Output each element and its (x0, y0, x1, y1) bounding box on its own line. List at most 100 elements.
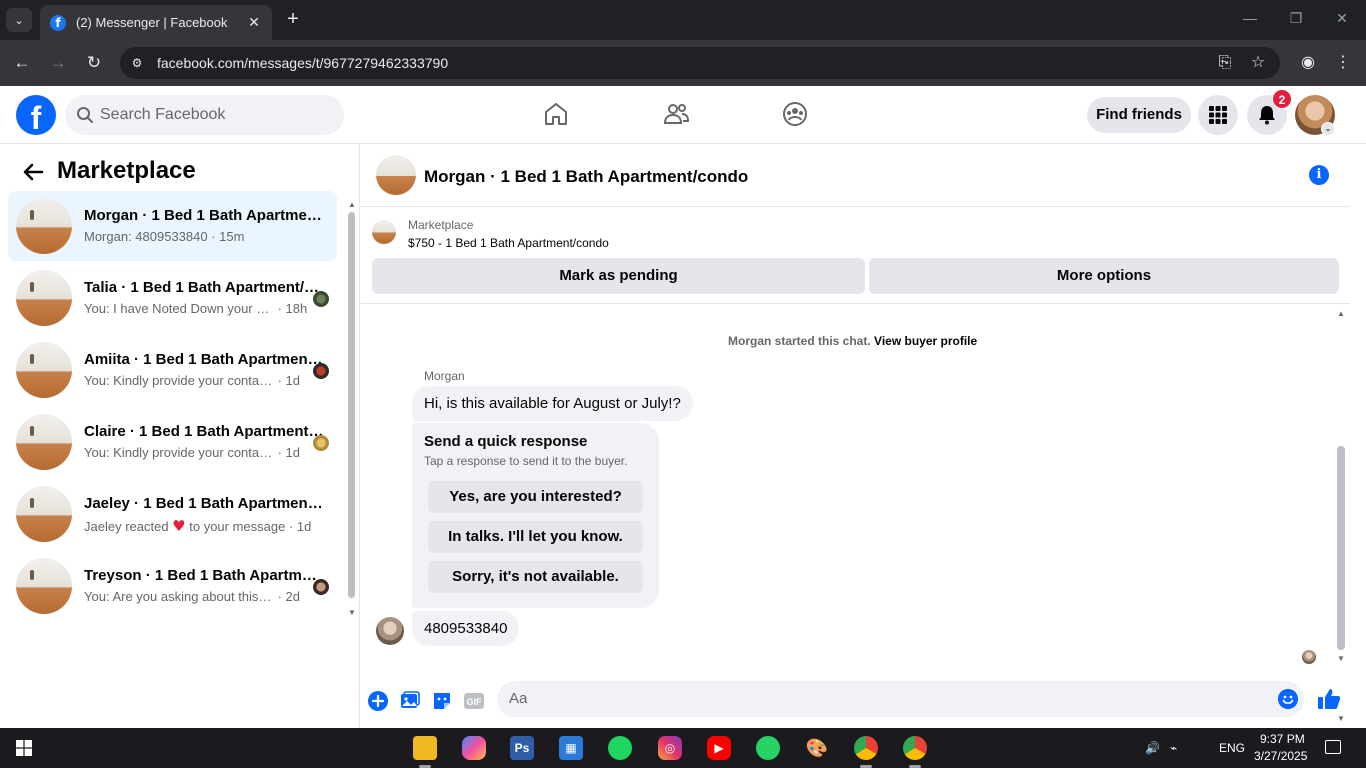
message-input[interactable]: Aa (497, 681, 1304, 717)
view-buyer-profile-link[interactable]: View buyer profile (874, 334, 977, 348)
network-icon[interactable]: ⌁ (1170, 741, 1177, 755)
site-info-icon[interactable]: ⚙ (128, 54, 146, 72)
svg-text:GIF: GIF (467, 697, 483, 707)
facebook-header: f Search Facebook Find friends 2 ⌄ (0, 86, 1366, 144)
thumbs-up-icon[interactable] (1316, 686, 1342, 712)
back-arrow-icon[interactable] (22, 161, 44, 183)
chat-header: Morgan · 1 Bed 1 Bath Apartment/condo i (361, 144, 1350, 207)
home-icon[interactable] (542, 100, 570, 128)
chevron-down-icon[interactable]: ⌄ (1321, 122, 1335, 136)
facebook-logo-icon[interactable]: f (16, 95, 56, 135)
quick-response-not-available-button[interactable]: Sorry, it's not available. (428, 561, 643, 593)
language-indicator[interactable]: ENG (1219, 741, 1245, 755)
volume-icon[interactable]: 🔊 (1145, 741, 1160, 755)
scroll-up-arrow-icon[interactable]: ▲ (347, 200, 357, 209)
tab-title: (2) Messenger | Facebook (76, 15, 228, 30)
listing-description[interactable]: $750 - 1 Bed 1 Bath Apartment/condo (408, 236, 609, 250)
marketplace-sidebar: Marketplace Morgan · 1 Bed 1 Bath Apartm… (0, 144, 360, 728)
heart-reaction-icon: ♥ (172, 517, 186, 535)
browser-tab-bar: ⌄ f (2) Messenger | Facebook ✕ + — ❐ ✕ (0, 0, 1366, 40)
browser-tab-messenger[interactable]: f (2) Messenger | Facebook ✕ (40, 5, 272, 40)
message-bubble[interactable]: 4809533840 (412, 611, 520, 646)
info-icon[interactable]: i (1309, 165, 1329, 185)
new-tab-button[interactable]: + (282, 8, 304, 30)
chat-scrollbar[interactable] (1337, 446, 1345, 650)
thread-morgan[interactable]: Morgan · 1 Bed 1 Bath Apartment/condo Mo… (8, 191, 337, 261)
quick-response-card: Send a quick response Tap a response to … (412, 423, 659, 608)
gif-icon[interactable]: GIF (463, 690, 485, 712)
minimize-window-button[interactable]: — (1238, 10, 1262, 26)
groups-icon[interactable] (781, 100, 809, 128)
notification-center-icon[interactable] (1325, 740, 1341, 754)
photoshop-icon[interactable]: Ps (510, 736, 534, 760)
close-window-button[interactable]: ✕ (1330, 10, 1354, 27)
clock-date[interactable]: 3/27/2025 (1254, 749, 1307, 763)
chat-avatar[interactable] (376, 155, 416, 195)
listing-avatar (16, 486, 72, 542)
microsoft-store-icon[interactable]: ▦ (559, 736, 583, 760)
forward-button[interactable]: → (46, 51, 70, 75)
thread-jaeley[interactable]: Jaeley · 1 Bed 1 Bath Apartment/condo Ja… (8, 479, 337, 549)
reload-button[interactable]: ↻ (82, 51, 106, 75)
paint-icon[interactable]: 🎨 (805, 736, 829, 760)
thread-claire[interactable]: Claire · 1 Bed 1 Bath Apartment/condo Yo… (8, 407, 337, 477)
close-tab-icon[interactable]: ✕ (246, 14, 262, 31)
scroll-down-arrow-icon[interactable]: ▼ (1336, 654, 1346, 663)
url-text[interactable]: facebook.com/messages/t/9677279462333790 (157, 55, 448, 71)
bookmark-star-icon[interactable]: ☆ (1248, 53, 1268, 73)
scroll-down-arrow-icon[interactable]: ▼ (347, 608, 357, 617)
read-receipt-avatar (1302, 650, 1316, 664)
thread-snippet: You: Are you asking about this thing? · … (84, 589, 301, 604)
sidebar-scrollbar[interactable] (348, 212, 355, 598)
instagram-icon[interactable]: ◎ (658, 736, 682, 760)
thread-talia[interactable]: Talia · 1 Bed 1 Bath Apartment/condo You… (8, 263, 337, 333)
mark-as-pending-button[interactable]: Mark as pending (372, 258, 865, 294)
install-app-icon[interactable]: ⎘ (1215, 53, 1235, 73)
youtube-icon[interactable]: ▶ (707, 736, 731, 760)
windows-start-icon[interactable] (16, 740, 32, 756)
sender-avatar[interactable] (376, 617, 404, 645)
address-bar[interactable]: ⚙ facebook.com/messages/t/96772794623337… (120, 47, 1280, 79)
file-explorer-icon[interactable] (413, 736, 437, 760)
listing-banner: Marketplace $750 - 1 Bed 1 Bath Apartmen… (361, 208, 1350, 304)
sidebar-title: Marketplace (57, 157, 196, 184)
emoji-icon[interactable] (1278, 689, 1298, 709)
photo-icon[interactable] (399, 690, 421, 712)
search-facebook-input[interactable]: Search Facebook (65, 95, 344, 135)
listing-avatar (16, 558, 72, 614)
listing-avatar (16, 270, 72, 326)
message-bubble[interactable]: Hi, is this available for August or July… (412, 386, 693, 421)
notification-badge: 2 (1272, 89, 1292, 109)
spotify-icon[interactable] (608, 736, 632, 760)
sticker-icon[interactable] (431, 690, 453, 712)
thread-snippet: You: Kindly provide your contact number … (84, 445, 301, 460)
chrome-icon[interactable] (854, 736, 878, 760)
seen-avatar (313, 435, 329, 451)
tab-search-button[interactable]: ⌄ (6, 8, 32, 32)
find-friends-button[interactable]: Find friends (1087, 97, 1191, 133)
listing-thumbnail[interactable] (372, 220, 396, 244)
quick-response-in-talks-button[interactable]: In talks. I'll let you know. (428, 521, 643, 553)
chrome-profile-icon[interactable] (903, 736, 927, 760)
scroll-up-arrow-icon[interactable]: ▲ (1336, 309, 1346, 318)
friends-icon[interactable] (662, 100, 690, 128)
maximize-window-button[interactable]: ❐ (1284, 10, 1308, 27)
listing-label: Marketplace (408, 218, 474, 232)
sender-name: Morgan (424, 369, 465, 383)
thread-treyson[interactable]: Treyson · 1 Bed 1 Bath Apartment/condo Y… (8, 551, 337, 621)
profile-icon[interactable]: ◉ (1296, 51, 1320, 75)
chat-title[interactable]: Morgan · 1 Bed 1 Bath Apartment/condo (424, 167, 748, 187)
thread-amiita[interactable]: Amiita · 1 Bed 1 Bath Apartment/condo Yo… (8, 335, 337, 405)
listing-avatar (16, 342, 72, 398)
menu-grid-button[interactable] (1198, 95, 1238, 135)
whatsapp-icon[interactable] (756, 736, 780, 760)
back-button[interactable]: ← (10, 51, 34, 75)
menu-icon[interactable]: ⋮ (1331, 51, 1355, 75)
copilot-icon[interactable] (462, 736, 486, 760)
more-options-button[interactable]: More options (869, 258, 1339, 294)
plus-icon[interactable] (367, 690, 389, 712)
quick-response-yes-button[interactable]: Yes, are you interested? (428, 481, 643, 513)
clock-time[interactable]: 9:37 PM (1260, 732, 1305, 746)
listing-avatar (16, 414, 72, 470)
thread-name: Talia · 1 Bed 1 Bath Apartment/condo (84, 279, 324, 296)
